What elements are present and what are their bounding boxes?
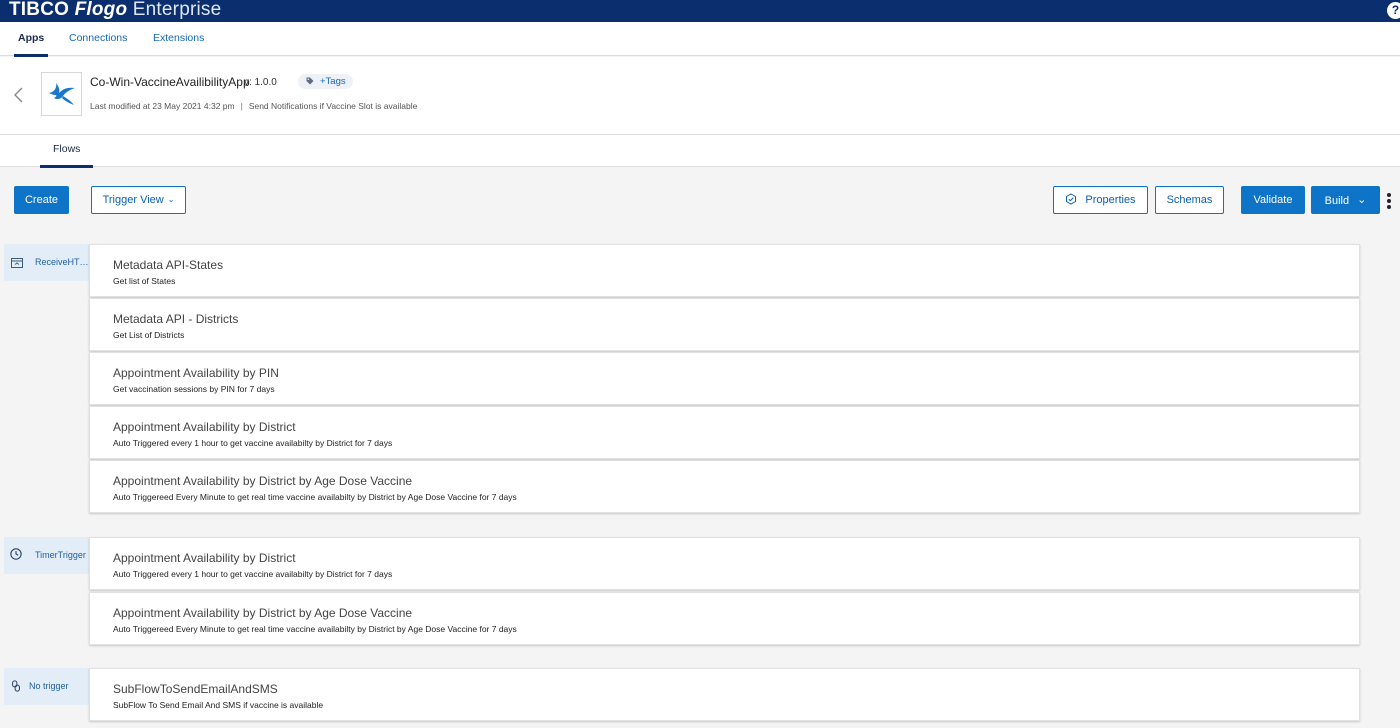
add-tags-button[interactable]: +Tags <box>298 74 353 89</box>
trigger-label: TimerTrigger <box>35 550 86 560</box>
flow-description: Auto Triggered every 1 hour to get vacci… <box>113 438 393 448</box>
trigger-none[interactable]: No trigger <box>4 668 98 705</box>
flow-title: Appointment Availability by District by … <box>113 606 413 620</box>
flow-description: Auto Triggered every 1 hour to get vacci… <box>113 569 393 579</box>
tab-flows[interactable]: Flows <box>39 135 95 168</box>
link-icon <box>12 680 20 692</box>
flow-card[interactable]: Metadata API - Districts Get List of Dis… <box>89 298 1360 351</box>
app-logo <box>41 72 82 116</box>
brand-logo[interactable]: TIBCO Flogo Enterprise <box>9 0 221 21</box>
flow-description: Get List of Districts <box>113 330 185 340</box>
app-name: Co-Win-VaccineAvailibilityApp <box>90 75 250 89</box>
tab-apps[interactable]: Apps <box>13 22 49 57</box>
clock-icon <box>10 548 22 560</box>
trigger-view-dropdown[interactable]: Trigger View ⌄ <box>91 186 186 214</box>
build-dropdown[interactable]: Build ⌄ <box>1311 186 1380 214</box>
flow-title: Metadata API - Districts <box>113 312 239 326</box>
flow-description: Get list of States <box>113 276 176 286</box>
properties-button[interactable]: Properties <box>1053 186 1148 214</box>
more-options-icon[interactable] <box>1386 193 1392 209</box>
flow-card[interactable]: Appointment Availability by District by … <box>89 592 1360 645</box>
help-icon[interactable]: ? <box>1387 2 1400 19</box>
main-tabs: Apps Connections Extensions <box>0 22 1400 57</box>
trigger-label: No trigger <box>29 681 69 691</box>
flow-description: Get vaccination sessions by PIN for 7 da… <box>113 384 275 394</box>
brand-text-enterprise: Enterprise <box>127 0 222 20</box>
flow-title: Metadata API-States <box>113 258 224 272</box>
flow-title: SubFlowToSendEmailAndSMS <box>113 682 278 696</box>
flow-card[interactable]: Appointment Availability by District by … <box>89 460 1360 513</box>
flow-card[interactable]: Appointment Availability by District Aut… <box>89 406 1360 459</box>
trigger-label: ReceiveHT… <box>35 257 89 267</box>
app-header: Co-Win-VaccineAvailibilityApp v: 1.0.0 +… <box>0 57 1400 135</box>
validate-button[interactable]: Validate <box>1241 186 1305 214</box>
app-version: v: 1.0.0 <box>244 77 277 88</box>
flow-title: Appointment Availability by District by … <box>113 474 413 488</box>
flow-card[interactable]: Appointment Availability by District Aut… <box>89 537 1360 590</box>
add-tags-label: +Tags <box>320 76 346 87</box>
flows-tabs: Flows <box>0 135 1400 168</box>
flow-card[interactable]: SubFlowToSendEmailAndSMS SubFlow To Send… <box>89 668 1360 721</box>
flow-description: Auto Triggereed Every Minute to get real… <box>113 492 517 502</box>
properties-icon <box>1066 193 1077 205</box>
flow-description: SubFlow To Send Email And SMS if vaccine… <box>113 700 324 710</box>
flow-title: Appointment Availability by District <box>113 420 296 434</box>
flow-card[interactable]: Metadata API-States Get list of States <box>89 244 1360 297</box>
flow-title: Appointment Availability by District <box>113 551 296 565</box>
trigger-view-label: Trigger View <box>102 194 164 206</box>
tab-extensions[interactable]: Extensions <box>153 22 204 56</box>
last-modified: Last modified at 23 May 2021 4:32 pm <box>90 101 235 111</box>
chevron-down-icon: ⌄ <box>167 195 175 204</box>
bird-icon <box>49 83 75 105</box>
brand-bar: TIBCO Flogo Enterprise ? <box>0 0 1400 22</box>
app-meta: Last modified at 23 May 2021 4:32 pm | Sen… <box>90 101 417 111</box>
trigger-timer[interactable]: TimerTrigger <box>4 537 98 574</box>
schemas-button[interactable]: Schemas <box>1155 186 1224 214</box>
flow-title: Appointment Availability by PIN <box>113 366 279 380</box>
meta-separator: | <box>240 101 243 111</box>
trigger-receive-http[interactable]: ReceiveHT… <box>4 244 98 281</box>
rest-trigger-icon <box>11 258 23 268</box>
build-label: Build <box>1324 195 1350 207</box>
properties-label: Properties <box>1085 194 1136 206</box>
brand-text-tibco: TIBCO <box>9 0 70 20</box>
app-description: Send Notifications if Vaccine Slot is av… <box>248 101 418 111</box>
tab-connections[interactable]: Connections <box>69 22 127 56</box>
chevron-left-icon[interactable] <box>11 86 25 104</box>
brand-text-flogo: Flogo <box>74 0 128 20</box>
flow-card[interactable]: Appointment Availability by PIN Get vacc… <box>89 352 1360 405</box>
chevron-down-icon: ⌄ <box>1357 194 1367 206</box>
flow-description: Auto Triggereed Every Minute to get real… <box>113 624 517 634</box>
create-button[interactable]: Create <box>14 186 69 214</box>
tag-icon <box>306 77 314 85</box>
